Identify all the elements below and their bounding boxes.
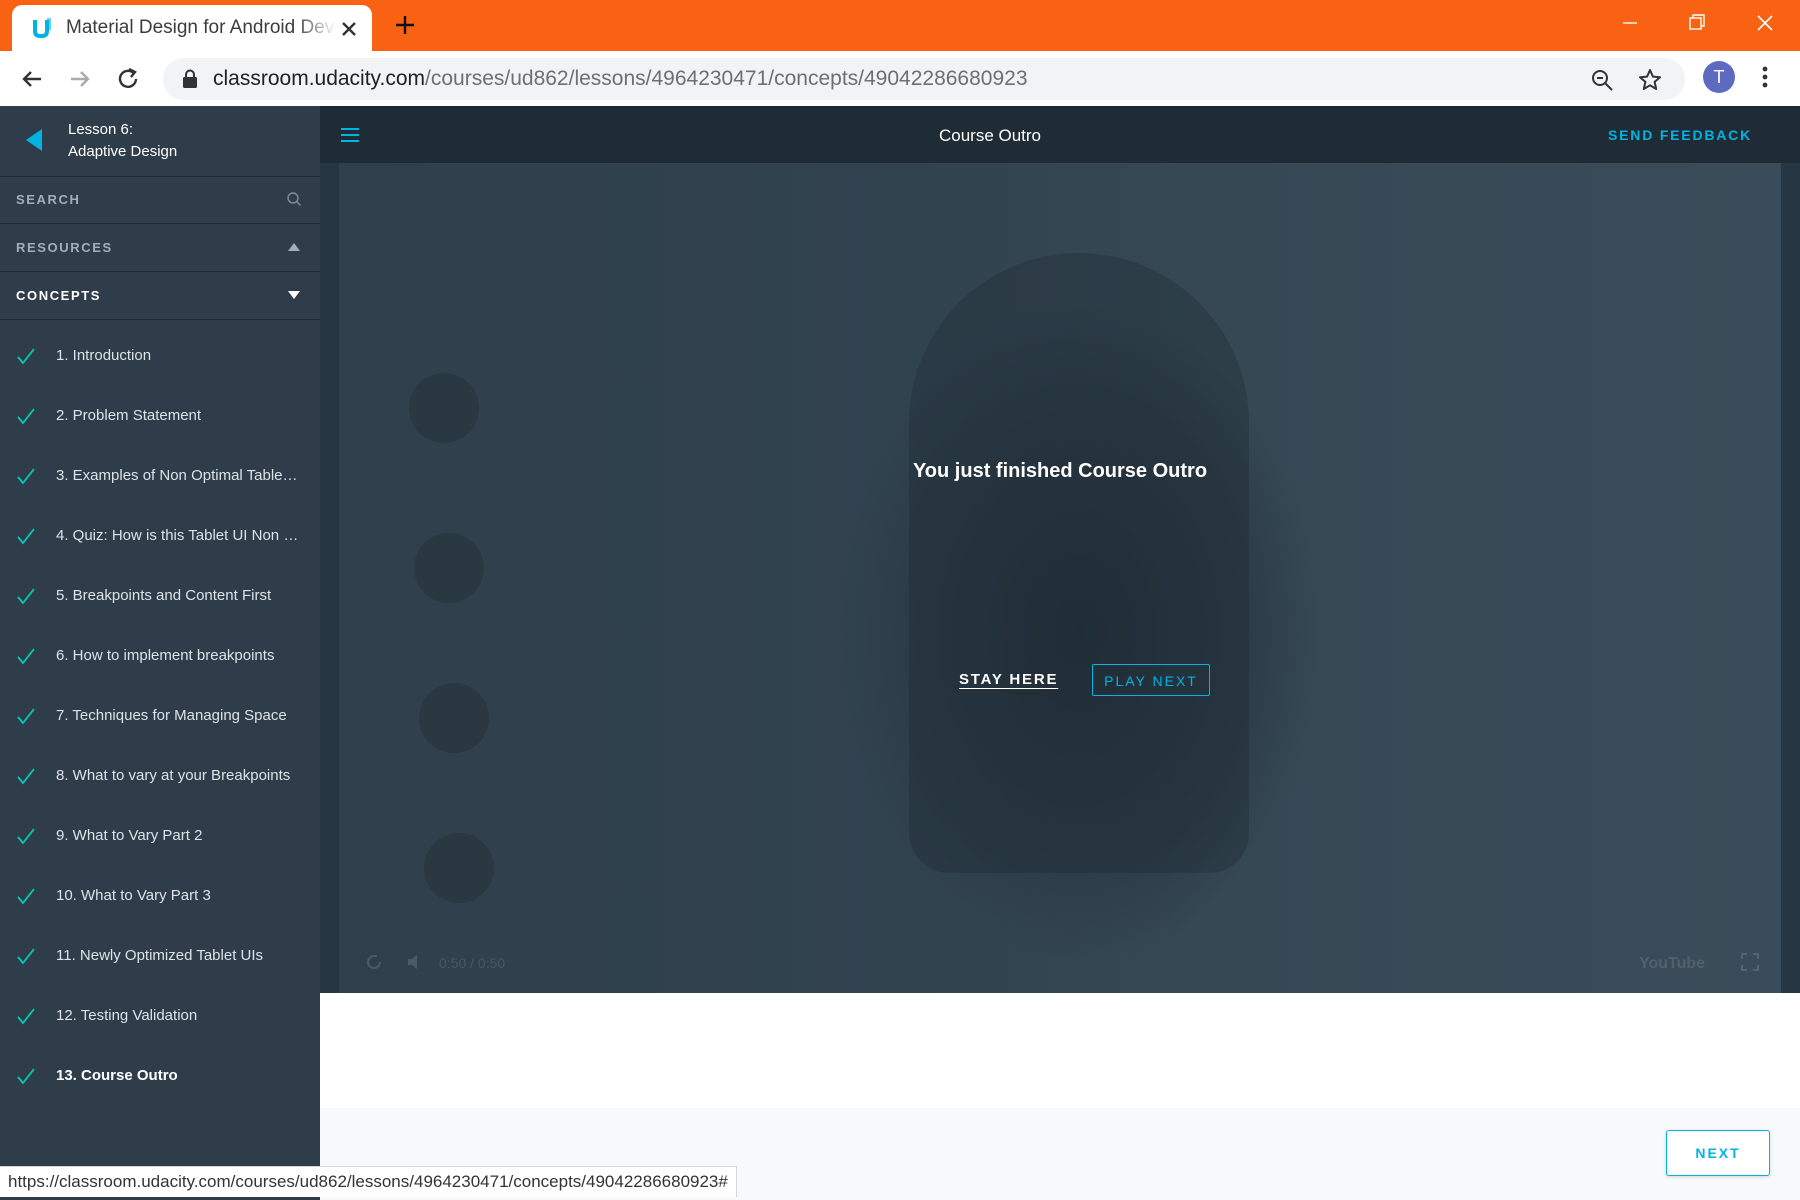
play-next-button[interactable]: PLAY NEXT <box>1092 664 1210 696</box>
video-player[interactable]: You just finished Course Outro STAY HERE… <box>339 163 1781 993</box>
concept-item[interactable]: 4. Quiz: How is this Tablet UI Non Optim… <box>0 506 320 566</box>
close-window-icon[interactable] <box>1745 8 1785 38</box>
browser-toolbar: classroom.udacity.com/courses/ud862/less… <box>0 51 1800 107</box>
checkmark-icon <box>17 348 35 365</box>
lesson-header[interactable]: Lesson 6: Adaptive Design <box>0 106 320 177</box>
status-bar-url: https://classroom.udacity.com/courses/ud… <box>0 1166 737 1197</box>
concept-label: 10. What to Vary Part 3 <box>56 887 211 904</box>
browser-titlebar: Material Design for Android Developers <box>0 0 1800 51</box>
checkmark-icon <box>17 948 35 965</box>
send-feedback-link[interactable]: SEND FEEDBACK <box>1608 127 1752 143</box>
concept-item[interactable]: 1. Introduction <box>0 326 320 386</box>
background-shape <box>414 533 484 603</box>
fullscreen-icon[interactable] <box>1739 951 1761 973</box>
presenter-silhouette <box>909 253 1249 873</box>
concept-label: 1. Introduction <box>56 347 152 364</box>
checkmark-icon <box>17 708 35 725</box>
background-shape <box>409 373 479 443</box>
content-area <box>320 993 1800 1108</box>
concept-item[interactable]: 11. Newly Optimized Tablet UIs <box>0 926 320 986</box>
concept-label: 11. Newly Optimized Tablet UIs <box>56 947 264 964</box>
lesson-sidebar: Lesson 6: Adaptive Design SEARCH RESOURC… <box>0 106 320 1200</box>
checkmark-icon <box>17 588 35 605</box>
checkmark-icon <box>17 1008 35 1025</box>
youtube-logo[interactable]: YouTube <box>1639 955 1705 973</box>
video-controls: 0:50 / 0:50 YouTube <box>339 943 1781 983</box>
url-host: classroom.udacity.com <box>213 67 426 90</box>
bookmark-star-icon[interactable] <box>1637 67 1663 93</box>
browser-tab[interactable]: Material Design for Android Developers <box>12 5 372 51</box>
checkmark-icon <box>17 648 35 665</box>
search-label: SEARCH <box>16 192 81 207</box>
search-icon[interactable] <box>286 191 302 207</box>
profile-avatar[interactable]: T <box>1703 61 1735 93</box>
concept-item[interactable]: 6. How to implement breakpoints <box>0 626 320 686</box>
tab-title: Material Design for Android Developers <box>66 17 336 38</box>
checkmark-icon <box>17 768 35 785</box>
concept-label: 8. What to vary at your Breakpoints <box>56 767 291 784</box>
url-path: /courses/ud862/lessons/4964230471/concep… <box>425 67 1028 90</box>
concept-label: 3. Examples of Non Optimal Tablet UIs <box>56 467 301 484</box>
concept-label: 2. Problem Statement <box>56 407 202 424</box>
volume-icon[interactable] <box>405 951 427 973</box>
concepts-toggle[interactable]: CONCEPTS <box>0 272 320 320</box>
caret-down-icon <box>288 291 300 299</box>
checkmark-icon <box>17 528 35 545</box>
back-to-lessons-icon[interactable] <box>22 126 46 154</box>
sidebar-search[interactable]: SEARCH <box>0 176 320 224</box>
checkmark-icon <box>17 468 35 485</box>
concept-item[interactable]: 9. What to Vary Part 2 <box>0 806 320 866</box>
address-bar[interactable]: classroom.udacity.com/courses/ud862/less… <box>163 58 1685 100</box>
checkmark-icon <box>17 1068 35 1085</box>
concepts-label: CONCEPTS <box>16 288 102 303</box>
browser-menu-icon[interactable] <box>1755 62 1775 92</box>
video-container: You just finished Course Outro STAY HERE… <box>320 163 1800 993</box>
resources-label: RESOURCES <box>16 240 113 255</box>
caret-up-icon <box>288 243 300 251</box>
lesson-name: Adaptive Design <box>68 143 178 160</box>
concept-item[interactable]: 8. What to vary at your Breakpoints <box>0 746 320 806</box>
checkmark-icon <box>17 888 35 905</box>
minimize-icon[interactable] <box>1610 8 1650 38</box>
concept-item[interactable]: 7. Techniques for Managing Space <box>0 686 320 746</box>
page-title: Course Outro <box>938 126 1042 145</box>
concept-item[interactable]: 12. Testing Validation <box>0 986 320 1046</box>
concept-label: 12. Testing Validation <box>56 1007 198 1024</box>
concept-item[interactable]: 5. Breakpoints and Content First <box>0 566 320 626</box>
back-icon[interactable] <box>17 64 47 94</box>
concept-label: 4. Quiz: How is this Tablet UI Non Optim… <box>56 527 301 544</box>
concept-item[interactable]: 2. Problem Statement <box>0 386 320 446</box>
lesson-label: Lesson 6: <box>68 121 134 138</box>
concept-item[interactable]: 3. Examples of Non Optimal Tablet UIs <box>0 446 320 506</box>
forward-icon[interactable] <box>65 64 95 94</box>
restore-icon[interactable] <box>1677 8 1717 38</box>
classroom-topbar: Course Outro SEND FEEDBACK <box>320 106 1800 163</box>
reload-icon[interactable] <box>113 64 143 94</box>
background-shape <box>424 833 494 903</box>
close-tab-icon[interactable] <box>338 18 360 40</box>
next-button[interactable]: NEXT <box>1666 1130 1770 1176</box>
concept-label: 13. Course Outro <box>56 1067 178 1084</box>
url-text: classroom.udacity.com/courses/ud862/less… <box>213 67 1028 91</box>
concept-item[interactable]: 10. What to Vary Part 3 <box>0 866 320 926</box>
replay-icon[interactable] <box>363 951 385 973</box>
lock-icon[interactable] <box>181 69 199 89</box>
checkmark-icon <box>17 828 35 845</box>
stay-here-button[interactable]: STAY HERE <box>959 671 1058 688</box>
new-tab-icon[interactable] <box>392 12 418 38</box>
concept-label: 9. What to Vary Part 2 <box>56 827 203 844</box>
video-time: 0:50 / 0:50 <box>439 955 506 971</box>
concept-item[interactable]: 13. Course Outro <box>0 1046 320 1106</box>
zoom-icon[interactable] <box>1589 67 1615 93</box>
resources-toggle[interactable]: RESOURCES <box>0 224 320 272</box>
concept-label: 5. Breakpoints and Content First <box>56 587 272 604</box>
concept-label: 6. How to implement breakpoints <box>56 647 275 664</box>
udacity-logo-icon <box>33 18 51 38</box>
finished-message: You just finished Course Outro <box>912 460 1208 482</box>
background-shape <box>419 683 489 753</box>
concept-label: 7. Techniques for Managing Space <box>56 707 287 724</box>
checkmark-icon <box>17 408 35 425</box>
